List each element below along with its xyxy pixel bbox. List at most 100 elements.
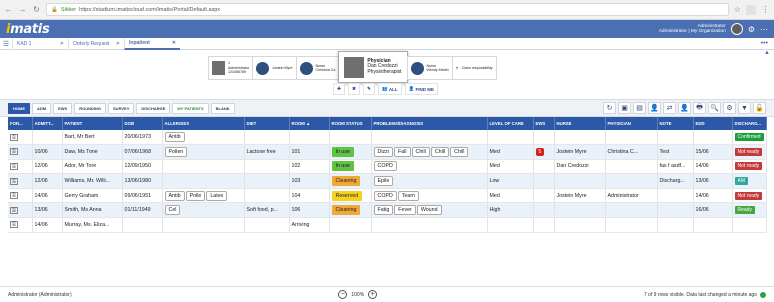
- column-header-8[interactable]: PROBLEMS/DIAGNOSIS: [371, 117, 488, 130]
- allergy-tag[interactable]: Antib: [164, 132, 185, 143]
- problem-tag[interactable]: Fall: [393, 146, 411, 157]
- discharge-status-badge[interactable]: Ready: [734, 206, 755, 215]
- print-form-icon[interactable]: ⎙: [10, 133, 18, 141]
- card-admin[interactable]: 1 Administrator 123456789: [208, 56, 254, 80]
- column-header-1[interactable]: ADMITT...: [32, 117, 63, 130]
- problem-tag[interactable]: Fatig: [373, 205, 394, 216]
- card-physician[interactable]: Physician Dan Credozzi Physiotherapist: [338, 51, 408, 83]
- print-cell[interactable]: ⎙: [8, 159, 33, 175]
- room-status-badge[interactable]: Cleaning: [331, 176, 361, 187]
- print-form-icon[interactable]: ⎙: [10, 177, 18, 185]
- table-row[interactable]: ⎙ 12/06 Ador, Mr Tore 12/09/1950 102 In use CO…: [8, 159, 767, 175]
- column-header-7[interactable]: ROOM STATUS: [329, 117, 372, 130]
- problem-tag[interactable]: COPD: [373, 190, 397, 201]
- view-my-patients[interactable]: MY PATIENTS: [172, 102, 209, 114]
- transfer-icon[interactable]: ⇄: [663, 102, 676, 114]
- column-header-14[interactable]: EDD: [693, 117, 733, 130]
- column-header-6[interactable]: ROOM ▲: [289, 117, 330, 130]
- discharge-status-badge[interactable]: Confirmed: [734, 133, 764, 142]
- hamburger-menu-icon[interactable]: ☰: [0, 40, 12, 48]
- print-icon[interactable]: 🖶: [693, 102, 706, 114]
- problem-tag[interactable]: Dizzi: [373, 146, 393, 157]
- problem-tag[interactable]: Chill: [411, 146, 430, 157]
- find-me-button[interactable]: 👤 FIND ME: [404, 83, 438, 95]
- zoom-in-icon[interactable]: +: [368, 290, 378, 299]
- patient-cell[interactable]: Smith, Ms Anna: [62, 202, 123, 219]
- extension-icon[interactable]: [746, 4, 756, 15]
- stop-icon[interactable]: ▣: [618, 102, 631, 114]
- column-header-4[interactable]: ALLERGIES: [162, 117, 245, 130]
- refresh-icon[interactable]: ↻: [603, 102, 616, 114]
- settings-icon[interactable]: ⚙: [748, 25, 755, 34]
- view-rounding[interactable]: ROUNDING: [74, 102, 107, 114]
- table-row[interactable]: ⎙ 14/06 Gerry Graham 09/06/1951 Antib Polle La…: [8, 188, 767, 204]
- print-form-icon[interactable]: ⎙: [10, 148, 18, 156]
- print-form-icon[interactable]: ⎙: [10, 162, 18, 170]
- print-form-icon[interactable]: ⎙: [10, 221, 18, 229]
- discharge-status-badge[interactable]: Not ready: [734, 191, 763, 200]
- column-header-5[interactable]: DIET: [244, 117, 290, 130]
- filter-settings-icon[interactable]: ⚙: [723, 102, 736, 114]
- patient-cell[interactable]: Bart, Mr Bert: [62, 130, 123, 146]
- problem-tag[interactable]: COPD: [373, 161, 397, 172]
- avatar[interactable]: [730, 23, 743, 35]
- allergy-tag[interactable]: Polle: [185, 190, 206, 201]
- discharge-status-badge[interactable]: Not ready: [734, 162, 763, 171]
- lock-icon[interactable]: 🔓: [753, 102, 766, 114]
- user-org[interactable]: Administrator | My Organization: [659, 29, 726, 35]
- table-row[interactable]: ⎙ 13/06 Smith, Ms Anna 01/11/1949 Cel Soft fo…: [8, 202, 767, 219]
- view-survey[interactable]: SURVEY: [108, 102, 135, 114]
- column-header-15[interactable]: DISCHARG...: [732, 117, 767, 130]
- print-cell[interactable]: ⎙: [8, 217, 33, 233]
- search-icon[interactable]: 🔍: [708, 102, 721, 114]
- patient-cell[interactable]: Ador, Mr Tore: [62, 159, 123, 175]
- add-button[interactable]: ✚: [333, 83, 345, 95]
- tag-button[interactable]: ✎: [363, 83, 375, 95]
- all-button[interactable]: 👥 ALL: [378, 83, 402, 95]
- patient-cell[interactable]: Williams, Mr. Willi...: [62, 173, 123, 189]
- column-header-10[interactable]: EWS: [533, 117, 555, 130]
- card-nurse-christina[interactable]: Nurse Christina Ca: [295, 56, 340, 80]
- problem-tag[interactable]: Chill: [450, 146, 469, 157]
- more-icon[interactable]: •••: [761, 40, 774, 47]
- view-discharge[interactable]: DISCHARGE: [136, 102, 171, 114]
- room-status-badge[interactable]: In use: [331, 161, 354, 172]
- column-header-3[interactable]: DOB: [122, 117, 163, 130]
- print-cell[interactable]: ⎙: [8, 202, 33, 219]
- card-claim-responsibility[interactable]: ✕ Claim responsibility: [451, 56, 497, 80]
- patient-cell[interactable]: Gerry Graham: [62, 188, 123, 204]
- browser-menu-icon[interactable]: ⋮: [761, 5, 770, 14]
- list-add-icon[interactable]: ▤: [633, 102, 646, 114]
- view-adm[interactable]: ADM: [32, 102, 52, 114]
- allergy-tag[interactable]: Latex: [206, 190, 228, 201]
- room-status-badge[interactable]: Cleaning: [331, 205, 361, 216]
- problem-tag[interactable]: Team: [397, 190, 419, 201]
- view-home[interactable]: HOME: [8, 102, 30, 114]
- tab-kad-1[interactable]: KAD 1 ✕: [12, 37, 68, 50]
- allergy-tag[interactable]: Antib: [164, 190, 185, 201]
- collapse-icon[interactable]: ▲: [764, 50, 770, 56]
- tab-orderly-request[interactable]: Orderly Request ✕: [68, 37, 124, 50]
- print-form-icon[interactable]: ⎙: [10, 192, 18, 200]
- table-row[interactable]: ⎙ Bart, Mr Bert 20/06/1973 Antib Confirmed: [8, 130, 767, 146]
- allergy-tag[interactable]: Cel: [164, 205, 181, 216]
- zoom-out-icon[interactable]: −: [338, 290, 348, 299]
- close-icon[interactable]: ✕: [116, 41, 120, 47]
- room-status-badge[interactable]: In use: [331, 146, 354, 157]
- problem-tag[interactable]: Epile: [373, 176, 394, 187]
- print-cell[interactable]: ⎙: [8, 188, 33, 204]
- remove-button[interactable]: ✖: [348, 83, 360, 95]
- forward-icon[interactable]: →: [18, 5, 27, 14]
- address-bar[interactable]: 🔒 Sikker https://stadium.imatiscloud.com…: [46, 3, 729, 16]
- print-cell[interactable]: ⎙: [8, 173, 33, 189]
- discharge-status-badge[interactable]: AM: [734, 177, 748, 186]
- table-row[interactable]: ⎙ 12/06 Williams, Mr. Willi... 13/06/1980 10…: [8, 173, 767, 189]
- problem-tag[interactable]: Chill: [430, 146, 450, 157]
- discharge-status-badge[interactable]: Not ready: [734, 147, 763, 156]
- back-icon[interactable]: ←: [4, 5, 13, 14]
- bookmark-star-icon[interactable]: ☆: [734, 5, 741, 14]
- room-status-badge[interactable]: Reserved: [331, 190, 363, 201]
- patient-cell[interactable]: Daw, Ms Tone: [62, 144, 123, 160]
- print-form-icon[interactable]: ⎙: [10, 206, 18, 214]
- column-header-11[interactable]: NURSE: [554, 117, 606, 130]
